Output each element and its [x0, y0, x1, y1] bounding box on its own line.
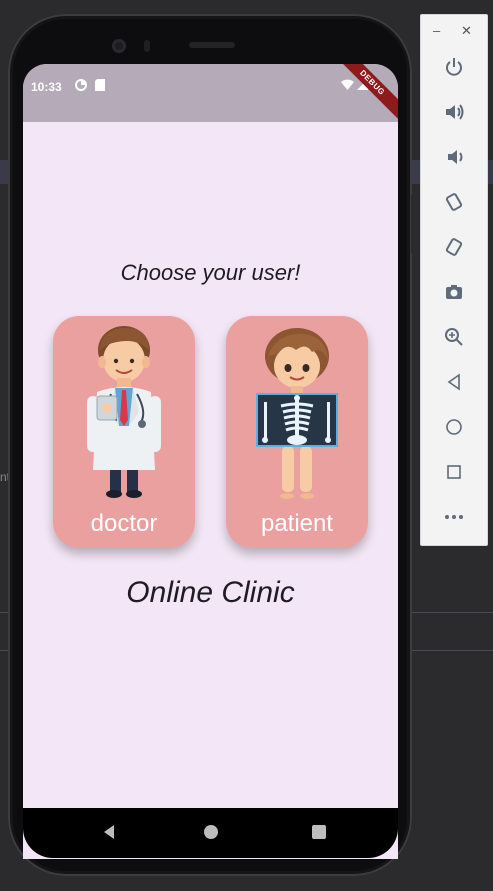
- patient-card[interactable]: patient: [226, 316, 368, 548]
- power-icon[interactable]: [438, 51, 470, 83]
- app-screen: 10:33 DEBUG Choose your user! doctor pat…: [23, 64, 398, 859]
- minimize-icon[interactable]: –: [433, 23, 440, 38]
- nav-overview-icon[interactable]: [311, 824, 327, 840]
- status-bar: 10:33 DEBUG: [23, 64, 398, 131]
- sd-card-icon: [95, 79, 105, 91]
- rotate-left-icon[interactable]: [438, 186, 470, 218]
- patient-xray-illustration: [256, 328, 338, 499]
- volume-up-icon[interactable]: [438, 96, 470, 128]
- home-icon[interactable]: [438, 411, 470, 443]
- doctor-label: doctor: [90, 510, 158, 537]
- sensor: [144, 40, 150, 52]
- data-saver-icon: [75, 79, 87, 91]
- camera-icon[interactable]: [438, 276, 470, 308]
- app-brand-title: Online Clinic: [126, 576, 295, 609]
- doctor-illustration: [87, 326, 161, 498]
- patient-label: patient: [260, 510, 334, 537]
- wifi-icon: [341, 79, 354, 90]
- power-side-button: [411, 194, 415, 254]
- volume-down-icon[interactable]: [438, 141, 470, 173]
- close-icon[interactable]: ✕: [461, 23, 472, 39]
- earpiece-speaker: [189, 42, 235, 48]
- phone-frame: 10:33 DEBUG Choose your user! doctor pat…: [8, 14, 415, 876]
- doctor-card[interactable]: doctor: [53, 316, 195, 548]
- android-nav-bar: [23, 808, 398, 858]
- choose-user-heading: Choose your user!: [120, 260, 301, 285]
- more-icon[interactable]: [438, 501, 470, 533]
- back-icon[interactable]: [438, 366, 470, 398]
- zoom-icon[interactable]: [438, 321, 470, 353]
- rotate-right-icon[interactable]: [438, 231, 470, 263]
- front-camera-icon: [112, 39, 126, 53]
- status-time: 10:33: [31, 80, 62, 94]
- nav-back-icon[interactable]: [101, 824, 117, 840]
- overview-icon[interactable]: [438, 456, 470, 488]
- debug-banner: DEBUG: [324, 64, 398, 131]
- emulator-toolbar: – ✕: [420, 14, 488, 546]
- nav-home-icon[interactable]: [203, 824, 219, 840]
